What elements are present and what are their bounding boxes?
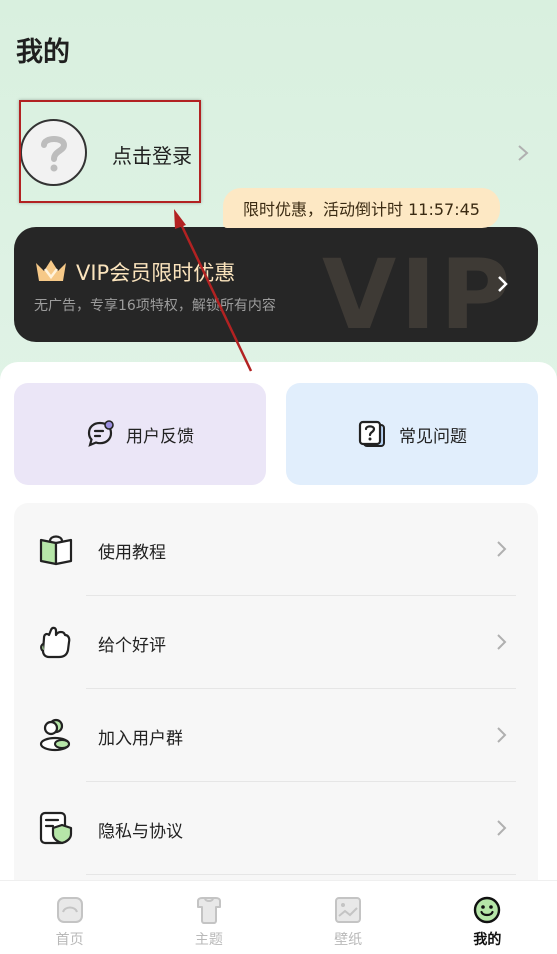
avatar[interactable] (20, 119, 87, 186)
vip-subtitle: 无广告，专享16项特权，解锁所有内容 (34, 298, 276, 314)
tab-label: 主题 (194, 932, 223, 948)
faq-button[interactable]: 常见问题 (286, 383, 538, 485)
feedback-label: 用户反馈 (126, 426, 194, 447)
divider (86, 874, 516, 875)
menu-item-join-group[interactable]: 加入用户群 (14, 689, 538, 782)
menu-item-privacy[interactable]: 隐私与协议 (14, 782, 538, 875)
promo-countdown-badge: 限时优惠，活动倒计时 11:57:45 (223, 188, 500, 228)
menu-item-label: 加入用户群 (98, 729, 183, 749)
menu-item-tutorial[interactable]: 使用教程 (14, 503, 538, 596)
chevron-right-icon (497, 541, 507, 557)
bottom-tab-bar: 首页 主题 壁纸 我的 (0, 880, 557, 954)
wallpaper-image-icon (333, 895, 363, 925)
tab-label: 首页 (55, 932, 84, 948)
tab-label: 壁纸 (334, 932, 363, 948)
menu-item-label: 隐私与协议 (98, 822, 183, 842)
tab-theme[interactable]: 主题 (139, 881, 278, 954)
page-title: 我的 (16, 37, 70, 68)
menu-list: 使用教程 给个好评 加入用户群 隐私与协议 (14, 503, 538, 903)
faq-question-icon (357, 419, 387, 449)
privacy-shield-icon (39, 811, 73, 845)
tab-mine[interactable]: 我的 (418, 881, 557, 954)
theme-shirt-icon (194, 895, 224, 925)
menu-item-rate[interactable]: 给个好评 (14, 596, 538, 689)
thumbs-up-icon (40, 626, 71, 659)
chevron-right-icon (497, 820, 507, 836)
chevron-right-icon (497, 727, 507, 743)
vip-title: VIP会员限时优惠 (76, 261, 236, 285)
smiley-icon (472, 895, 502, 925)
home-icon (55, 895, 85, 925)
chevron-right-icon (497, 634, 507, 650)
menu-item-label: 使用教程 (98, 543, 166, 563)
feedback-button[interactable]: 用户反馈 (14, 383, 266, 485)
crown-icon (36, 260, 66, 281)
vip-banner[interactable]: VIP VIP会员限时优惠 无广告，专享16项特权，解锁所有内容 (14, 227, 538, 342)
chevron-right-icon[interactable] (496, 275, 510, 293)
user-group-icon (39, 718, 71, 752)
question-mark-icon (40, 135, 67, 171)
tab-home[interactable]: 首页 (0, 881, 139, 954)
tab-label: 我的 (473, 932, 502, 948)
chevron-right-icon[interactable] (515, 143, 531, 163)
menu-item-label: 给个好评 (98, 636, 166, 656)
book-icon (39, 535, 73, 566)
feedback-chat-icon (86, 420, 114, 448)
vip-watermark: VIP (322, 239, 515, 342)
tab-wallpaper[interactable]: 壁纸 (279, 881, 418, 954)
faq-label: 常见问题 (399, 426, 467, 447)
login-label[interactable]: 点击登录 (112, 140, 192, 169)
